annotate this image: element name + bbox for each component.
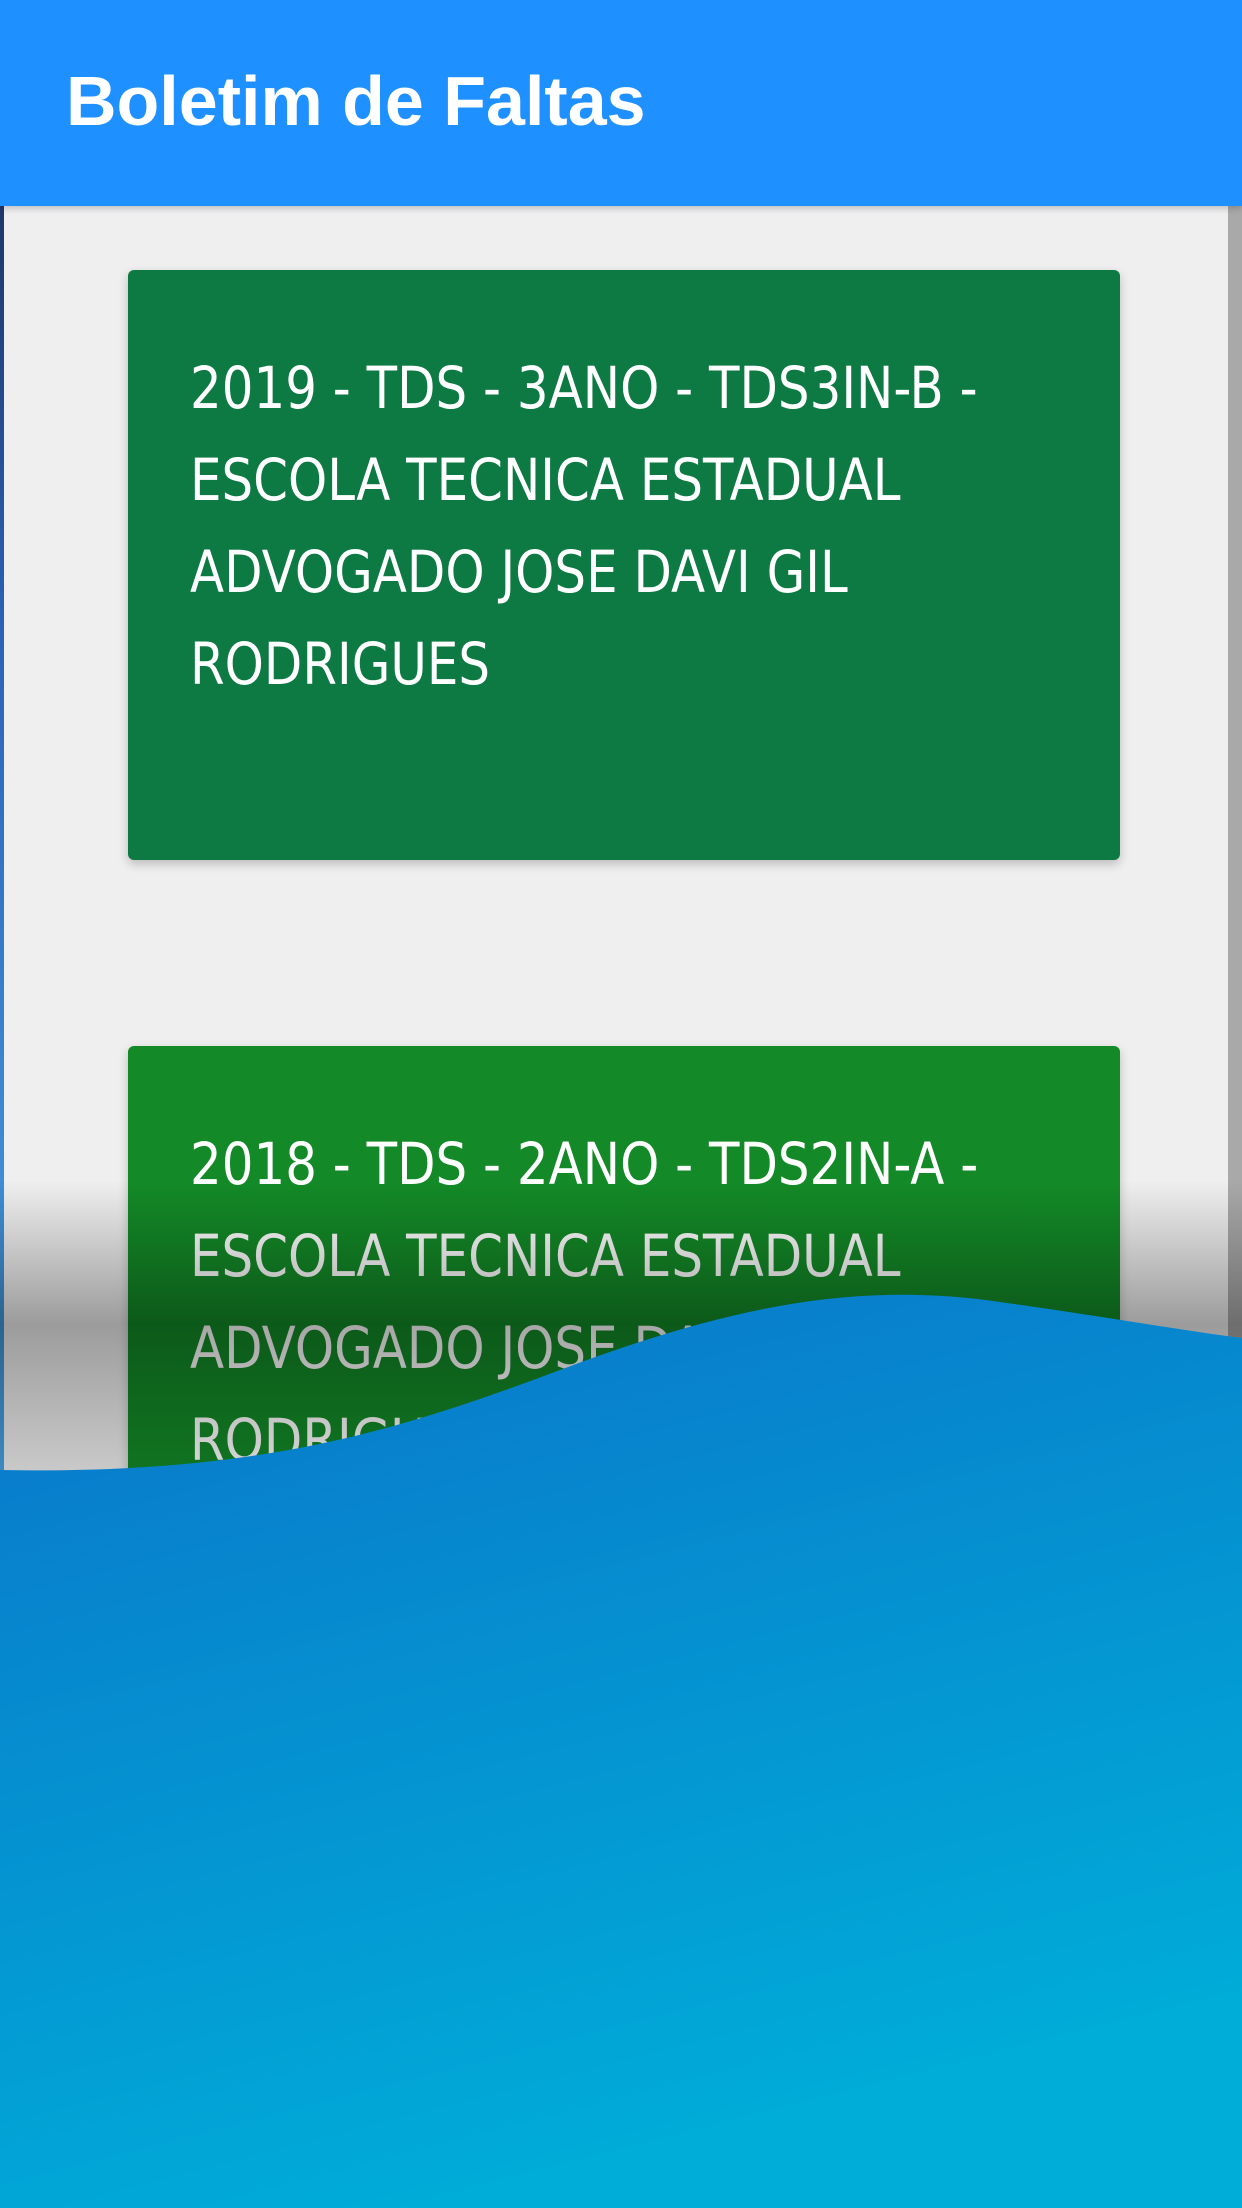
app-screen: Boletim de Faltas 2019 - TDS - 3ANO - TD… xyxy=(0,0,1242,2208)
page-title: Boletim de Faltas xyxy=(66,62,646,140)
class-card-label: 2019 - TDS - 3ANO - TDS3IN-B - ESCOLA TE… xyxy=(190,354,978,698)
scrollbar[interactable] xyxy=(1228,206,1242,1386)
left-edge-strip xyxy=(0,80,4,1480)
class-card-2019[interactable]: 2019 - TDS - 3ANO - TDS3IN-B - ESCOLA TE… xyxy=(128,270,1120,860)
wave-shape xyxy=(0,1294,1242,2208)
wave-overlay xyxy=(0,1294,1242,2208)
app-bar: Boletim de Faltas xyxy=(0,0,1242,206)
